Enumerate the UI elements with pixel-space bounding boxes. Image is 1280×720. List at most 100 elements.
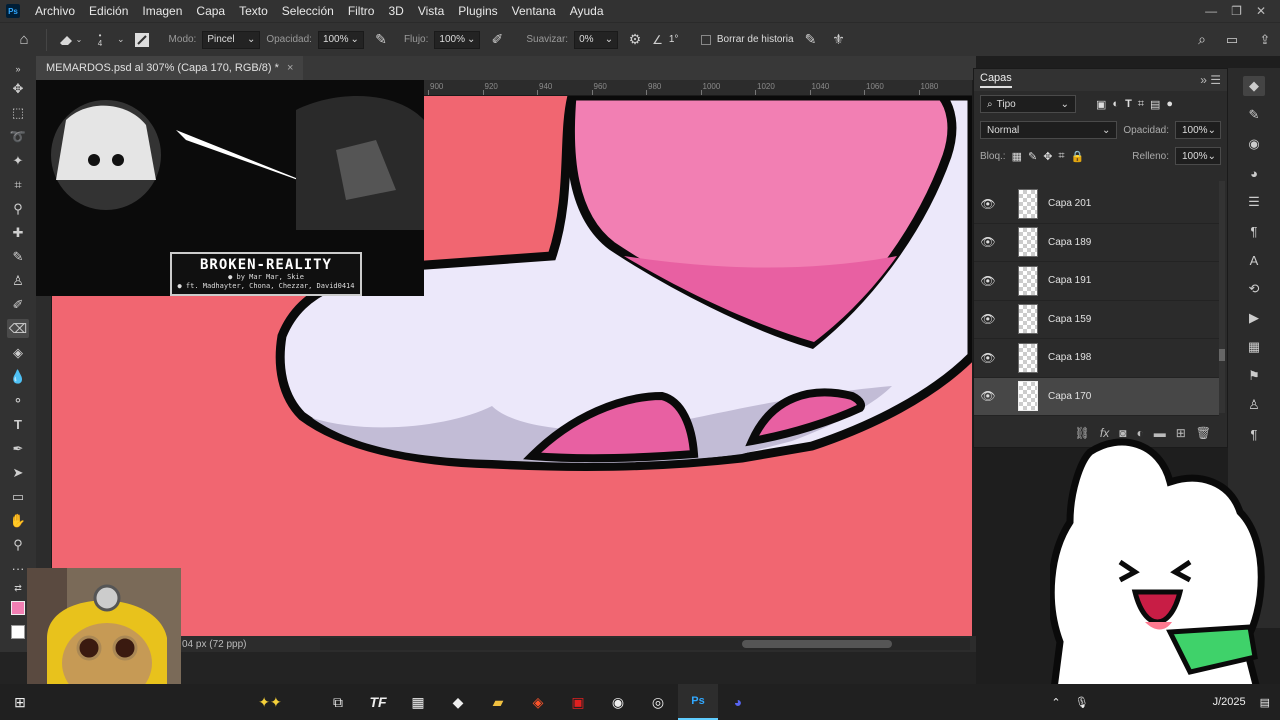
menu-filtro[interactable]: Filtro bbox=[341, 0, 382, 22]
filter-toggle-icon[interactable]: ● bbox=[1166, 98, 1173, 110]
notifications-icon[interactable]: ▤ bbox=[1260, 696, 1270, 709]
menu-imagen[interactable]: Imagen bbox=[135, 0, 189, 22]
lock-transparent-icon[interactable]: ▦ bbox=[1012, 150, 1022, 163]
background-color-swatch[interactable] bbox=[7, 622, 29, 641]
menu-edicion[interactable]: Edición bbox=[82, 0, 135, 22]
horizontal-scrollbar[interactable] bbox=[320, 638, 970, 650]
type-tool-icon[interactable]: T bbox=[7, 415, 29, 434]
copilot-sparkle-icon[interactable]: ✦✦ bbox=[242, 684, 298, 720]
properties-panel-icon[interactable]: ⚑ bbox=[1243, 366, 1265, 386]
character-panel-icon[interactable]: A bbox=[1243, 250, 1265, 270]
tf-app-icon[interactable]: TF bbox=[358, 684, 398, 720]
paint-bucket-icon[interactable]: ◈ bbox=[7, 343, 29, 362]
pressure-size-icon[interactable]: ✎ bbox=[800, 31, 822, 48]
menu-capa[interactable]: Capa bbox=[189, 0, 232, 22]
calculator-icon[interactable]: ▦ bbox=[398, 684, 438, 720]
close-window-icon[interactable]: ✕ bbox=[1256, 4, 1266, 18]
layers-panel-title[interactable]: Capas bbox=[980, 72, 1012, 88]
filter-type-icon[interactable]: T bbox=[1125, 98, 1132, 110]
layer-row[interactable]: 👁 Capa 189 bbox=[974, 224, 1219, 262]
chevron-down-icon[interactable]: ⌄ bbox=[117, 34, 125, 45]
brave-browser-icon[interactable]: ◈ bbox=[518, 684, 558, 720]
tray-expand-icon[interactable]: ⌃ bbox=[1051, 696, 1060, 709]
visibility-eye-icon[interactable]: 👁 bbox=[974, 274, 1002, 288]
more-tools-icon[interactable]: ··· bbox=[7, 559, 29, 578]
menu-3d[interactable]: 3D bbox=[381, 0, 410, 22]
menu-ayuda[interactable]: Ayuda bbox=[563, 0, 611, 22]
crop-tool-icon[interactable]: ⌗ bbox=[7, 175, 29, 194]
obs-icon[interactable]: ◉ bbox=[598, 684, 638, 720]
layer-row[interactable]: 👁 Capa 191 bbox=[974, 262, 1219, 301]
color-panel-icon[interactable]: ◕ bbox=[1243, 163, 1265, 183]
healing-brush-icon[interactable]: ✚ bbox=[7, 223, 29, 242]
discord-icon[interactable]: ◕ bbox=[718, 684, 758, 720]
menu-plugins[interactable]: Plugins bbox=[451, 0, 504, 22]
microphone-icon[interactable]: 🎙 bbox=[1075, 696, 1089, 709]
visibility-eye-icon[interactable]: 👁 bbox=[974, 312, 1002, 326]
history-brush-icon[interactable]: ✐ bbox=[7, 295, 29, 314]
visibility-eye-icon[interactable]: 👁 bbox=[974, 235, 1002, 249]
layers-scrollbar[interactable] bbox=[1219, 181, 1225, 413]
filter-pixel-icon[interactable]: ▣ bbox=[1096, 98, 1106, 111]
notes-app-icon[interactable]: ◆ bbox=[438, 684, 478, 720]
dodge-tool-icon[interactable]: ⚬ bbox=[7, 391, 29, 410]
menu-seleccion[interactable]: Selección bbox=[275, 0, 341, 22]
history-panel-icon[interactable]: ⟲ bbox=[1243, 279, 1265, 299]
layers-scroll-thumb[interactable] bbox=[1219, 349, 1225, 361]
scroll-thumb[interactable] bbox=[742, 640, 892, 648]
opacity-field[interactable]: 100% ⌄ bbox=[317, 30, 364, 49]
layer-row[interactable]: 👁 Capa 198 bbox=[974, 339, 1219, 378]
gear-icon[interactable]: ⚙ bbox=[624, 31, 646, 48]
home-icon[interactable]: ⌂ bbox=[12, 31, 36, 48]
smoothing-field[interactable]: 0% ⌄ bbox=[574, 30, 619, 49]
filter-smart-icon[interactable]: ▤ bbox=[1150, 98, 1160, 111]
stamp-panel-icon[interactable]: ♙ bbox=[1243, 395, 1265, 415]
lock-pixels-icon[interactable]: ✎ bbox=[1028, 150, 1037, 163]
fill-field[interactable]: 100% ⌄ bbox=[1175, 147, 1221, 165]
brush-preset-picker[interactable]: • 4 bbox=[89, 31, 111, 48]
voicemeeter-icon[interactable]: ▣ bbox=[558, 684, 598, 720]
app-shell-icon[interactable]: ◎ bbox=[638, 684, 678, 720]
file-explorer-icon[interactable]: ▰ bbox=[478, 684, 518, 720]
swatches-panel-icon[interactable]: ◉ bbox=[1243, 134, 1265, 154]
visibility-eye-icon[interactable]: 👁 bbox=[974, 351, 1002, 365]
zoom-tool-icon[interactable]: ⚲ bbox=[7, 535, 29, 554]
menu-texto[interactable]: Texto bbox=[232, 0, 275, 22]
eyedropper-icon[interactable]: ⚲ bbox=[7, 199, 29, 218]
move-tool-icon[interactable]: ✥ bbox=[7, 79, 29, 98]
layers-panel-icon[interactable]: ◆ bbox=[1243, 76, 1265, 96]
layer-opacity-field[interactable]: 100% ⌄ bbox=[1175, 121, 1221, 139]
close-tab-icon[interactable]: × bbox=[287, 62, 293, 74]
restore-icon[interactable]: ❐ bbox=[1231, 4, 1242, 18]
quick-select-icon[interactable]: ✦ bbox=[7, 151, 29, 170]
lock-all-icon[interactable]: 🔒 bbox=[1071, 150, 1085, 163]
rectangle-tool-icon[interactable]: ▭ bbox=[7, 487, 29, 506]
lasso-tool-icon[interactable]: ➰ bbox=[7, 127, 29, 146]
share-icon[interactable]: ⇪ bbox=[1250, 32, 1280, 48]
grid-panel-icon[interactable]: ▦ bbox=[1243, 337, 1265, 357]
windows-start-icon[interactable]: ⊞ bbox=[0, 684, 40, 720]
menu-vista[interactable]: Vista bbox=[411, 0, 451, 22]
symmetry-icon[interactable]: ⚜ bbox=[828, 31, 850, 48]
paragraph-panel-icon[interactable]: ¶ bbox=[1243, 221, 1265, 241]
foreground-color-swatch[interactable] bbox=[7, 598, 29, 617]
pen-tool-icon[interactable]: ✒ bbox=[7, 439, 29, 458]
marquee-tool-icon[interactable]: ⬚ bbox=[7, 103, 29, 122]
filter-shape-icon[interactable]: ⌗ bbox=[1138, 98, 1144, 111]
airbrush-icon[interactable]: ✐ bbox=[486, 31, 508, 48]
hand-tool-icon[interactable]: ✋ bbox=[7, 511, 29, 530]
minimize-icon[interactable]: — bbox=[1205, 4, 1217, 18]
collapse-icon[interactable]: » bbox=[7, 64, 29, 74]
layer-row-selected[interactable]: 👁 Capa 170 bbox=[974, 377, 1219, 416]
filter-adjust-icon[interactable]: ◐ bbox=[1112, 98, 1119, 110]
path-select-icon[interactable]: ➤ bbox=[7, 463, 29, 482]
visibility-eye-icon[interactable]: 👁 bbox=[974, 389, 1002, 403]
brushes-panel-icon[interactable]: ✎ bbox=[1243, 105, 1265, 125]
brush-tool-icon[interactable]: ✎ bbox=[7, 247, 29, 266]
menu-archivo[interactable]: Archivo bbox=[28, 0, 82, 22]
visibility-eye-icon[interactable]: 👁 bbox=[974, 197, 1002, 211]
pressure-opacity-icon[interactable]: ✎ bbox=[370, 31, 392, 48]
adjustments-panel-icon[interactable]: ☰ bbox=[1243, 192, 1265, 212]
angle-value[interactable]: 1° bbox=[669, 34, 695, 45]
layer-row[interactable]: 👁 Capa 159 bbox=[974, 301, 1219, 339]
